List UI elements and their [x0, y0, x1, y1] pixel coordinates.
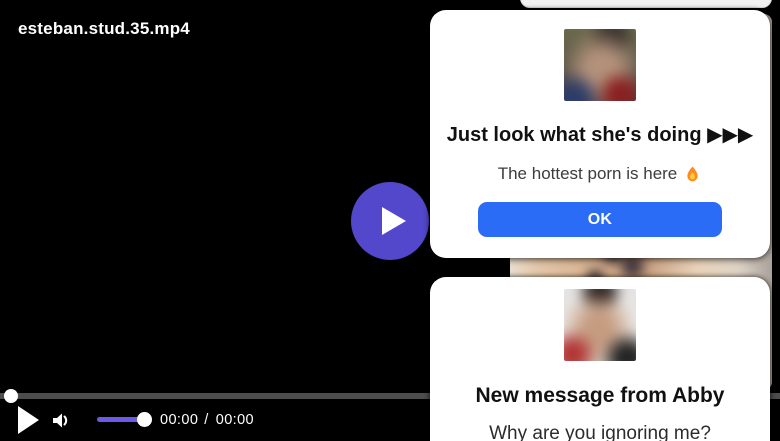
- popup-title: Just look what she's doing ▶▶▶: [447, 123, 753, 148]
- seek-thumb[interactable]: [4, 389, 18, 403]
- blurred-photo: [564, 29, 636, 101]
- time-separator: /: [204, 412, 208, 428]
- background-notification-card: [520, 0, 772, 8]
- time-display: 00:00 / 00:00: [160, 411, 254, 429]
- ad-thumbnail[interactable]: [564, 29, 636, 101]
- volume-slider[interactable]: [97, 417, 144, 422]
- popup-subtitle-text: The hottest porn is here: [498, 164, 678, 184]
- fire-emoji-icon: [683, 165, 702, 184]
- current-time: 00:00: [160, 412, 198, 428]
- popup-title: New message from Abby: [476, 383, 725, 409]
- play-icon: [18, 406, 39, 434]
- ok-button[interactable]: OK: [478, 202, 722, 237]
- play-button[interactable]: [18, 406, 42, 434]
- big-play-button[interactable]: [351, 182, 429, 260]
- popup-subtitle: The hottest porn is here: [498, 164, 703, 184]
- video-title: esteban.stud.35.mp4: [18, 19, 190, 39]
- speaker-icon: [48, 407, 75, 434]
- duration: 00:00: [216, 412, 254, 428]
- mute-button[interactable]: [48, 407, 75, 434]
- blurred-photo: [564, 289, 636, 361]
- ad-popup-top[interactable]: Just look what she's doing ▶▶▶ The hotte…: [430, 10, 770, 258]
- play-icon: [382, 207, 406, 235]
- video-player[interactable]: esteban.stud.35.mp4 00:00 / 00:00 Just l…: [0, 0, 780, 441]
- ad-thumbnail[interactable]: [564, 289, 636, 361]
- popup-message: Why are you ignoring me?: [489, 423, 711, 441]
- volume-thumb[interactable]: [137, 412, 152, 427]
- ad-popup-bottom[interactable]: New message from Abby Why are you ignori…: [430, 277, 770, 441]
